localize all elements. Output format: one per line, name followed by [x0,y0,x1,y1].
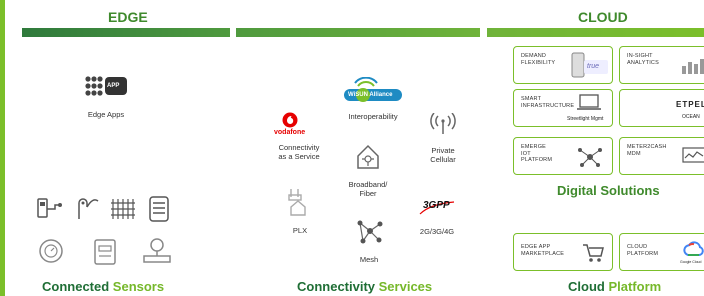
cloud-platform-card[interactable]: CLOUD PLATFORM Google Cloud [619,233,704,271]
gas-meter-icon [38,238,64,269]
card-title: EDGE APP MARKETPLACE [521,244,565,257]
true-brand: true [587,63,600,70]
cloud-platform-title: Cloud Platform [568,279,662,294]
google-cloud-text: Google Cloud [680,260,702,264]
cart-icon [582,242,604,269]
card-title: SMART INFRASTRUCTURE [521,96,575,109]
wisun-text: WiSUN Alliance [348,92,393,98]
interoperability-label: Interoperability [348,112,398,121]
digital-solutions-title: Digital Solutions [557,183,660,198]
edge-apps-icon [85,76,129,107]
edge-header: EDGE [108,9,148,25]
vodafone-wordmark: vodafone [274,129,306,136]
private-cellular-label: Private Cellular [430,146,456,164]
emerge-iot-card[interactable]: EMERGE IOT PLATFORM [513,137,613,175]
card-title: DEMAND FLEXIBILITY [521,53,556,66]
analytics-icon [680,56,704,81]
streetlight-brand: Streetlight Mgmt [567,116,604,122]
smart-infrastructure-card[interactable]: SMART INFRASTRUCTURE Streetlight Mgmt [513,89,613,127]
edge-app-marketplace-card[interactable]: EDGE APP MARKETPLACE [513,233,613,271]
broadband-label: Broadband/ Fiber [348,180,388,198]
sensor-probe-icon [74,195,100,226]
google-cloud-icon [682,241,704,262]
iot-network-icon [576,146,604,173]
grid-sensor-icon [110,197,136,226]
cell-tower-icon [428,112,458,140]
left-accent-bar [0,0,5,296]
electric-meter-icon [92,238,118,271]
cloud-band [487,28,704,37]
app-badge-text: APP [107,83,120,89]
flow-meter-icon [142,236,172,271]
heat-sensor-icon [148,196,170,227]
ocean-text: OCEAN [682,114,700,120]
card-title: METER2CASH MDM [627,144,667,157]
edge-apps-label: Edge Apps [87,110,125,119]
etpel-brand: ETPEL [676,100,704,109]
vodafone-label: Connectivity as a Service [278,143,320,161]
connected-sensors-title: Connected Sensors [42,279,165,294]
cellular-label: 2G/3G/4G [419,227,455,236]
edge-band [22,28,230,37]
monitor-chart-icon [682,147,704,170]
card-title: EMERGE IOT PLATFORM [521,144,553,163]
mesh-network-icon [355,218,385,251]
card-title: IN-SIGHT ANALYTICS [627,53,659,66]
demand-flexibility-card[interactable]: DEMAND FLEXIBILITY true [513,46,613,84]
broadband-house-icon [355,143,381,176]
connectivity-band [236,28,480,37]
plx-label: PLX [292,226,308,235]
etpel-card[interactable]: ETPEL OCEAN [619,89,704,127]
insight-analytics-card[interactable]: IN-SIGHT ANALYTICS [619,46,704,84]
water-meter-icon [36,197,64,224]
laptop-icon [576,93,602,118]
3gpp-wordmark: 3GPP [423,200,450,211]
plx-icon [287,187,309,222]
mesh-label: Mesh [359,255,379,264]
connectivity-services-title: Connectivity Services [297,279,433,294]
cloud-header: CLOUD [578,9,628,25]
card-title: CLOUD PLATFORM [627,244,659,257]
meter2cash-card[interactable]: METER2CASH MDM [619,137,704,175]
